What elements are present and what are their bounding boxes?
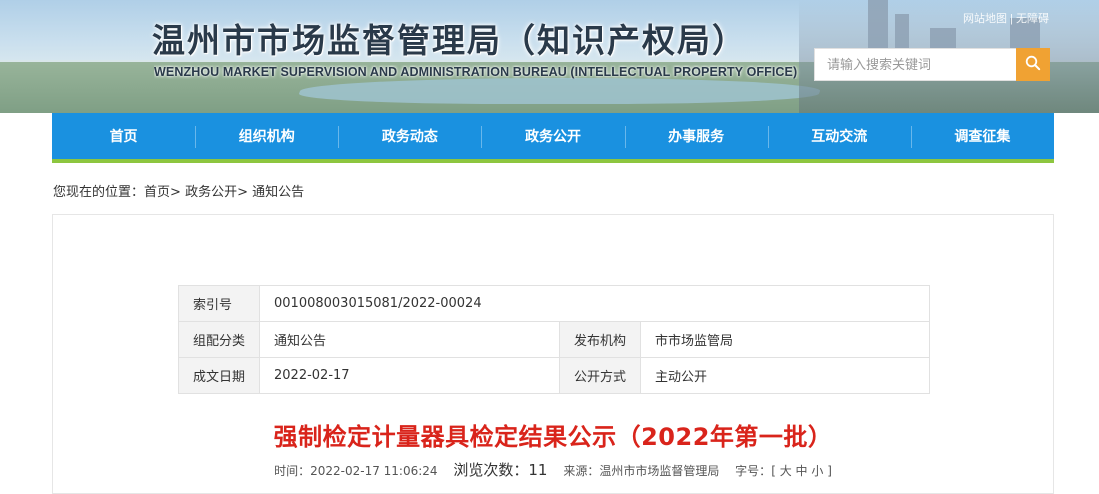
site-title: 温州市市场监督管理局（知识产权局） [152,21,747,60]
disclosure-label: 公开方式 [559,357,642,394]
date-value: 2022-02-17 [259,357,561,394]
breadcrumb: 您现在的位置：首页> 政务公开> 通知公告 [53,181,304,200]
font-size-small-button[interactable]: 小 [811,464,823,478]
search-input[interactable] [814,48,1016,81]
index-number-label: 索引号 [177,285,261,322]
publisher-value: 市市场监管局 [640,321,930,358]
time-value: 2022-02-17 11:06:24 [310,464,438,478]
nav-item-survey[interactable]: 调查征集 [910,113,1054,159]
date-label: 成文日期 [177,357,261,394]
nav-item-interaction[interactable]: 互动交流 [767,113,911,159]
search-icon [1025,55,1041,74]
table-row: 索引号 001008003015081/2022-00024 [177,285,930,322]
category-value: 通知公告 [259,321,561,358]
article-info: 时间：2022-02-17 11:06:24 浏览次数：11 来源：温州市市场监… [53,459,1053,480]
breadcrumb-notices[interactable]: 通知公告 [252,185,304,200]
disclosure-value: 主动公开 [640,357,930,394]
publisher-label: 发布机构 [559,321,642,358]
breadcrumb-separator: > [237,185,248,200]
breadcrumb-home[interactable]: 首页 [144,185,170,200]
index-number-value: 001008003015081/2022-00024 [259,285,930,322]
views-label: 浏览次数： [453,461,529,479]
meta-table: 索引号 001008003015081/2022-00024 组配分类 通知公告… [177,285,930,394]
nav-item-public-affairs[interactable]: 政务公开 [481,113,624,159]
table-row: 组配分类 通知公告 发布机构 市市场监管局 [177,321,930,358]
search-box [814,48,1050,81]
nav-item-services[interactable]: 办事服务 [624,113,768,159]
font-size-large-button[interactable]: 大 [780,464,792,478]
main-nav: 首页 组织机构 政务动态 政务公开 办事服务 互动交流 调查征集 [52,113,1054,163]
breadcrumb-public-affairs[interactable]: 政务公开 [185,185,237,200]
site-subtitle: WENZHOU MARKET SUPERVISION AND ADMINISTR… [154,65,798,79]
source-value: 温州市市场监督管理局 [599,464,720,478]
nav-item-home[interactable]: 首页 [52,113,195,159]
header-banner: 温州市市场监督管理局（知识产权局） WENZHOU MARKET SUPERVI… [0,0,1099,113]
breadcrumb-separator: > [170,185,181,200]
fontsize-bracket-close: ] [827,464,832,478]
views-value: 11 [528,461,548,479]
article-title: 强制检定计量器具检定结果公示（2022年第一批） [273,423,833,451]
top-links[interactable]: 网站地图 | 无障碍 [963,10,1049,26]
nav-item-news[interactable]: 政务动态 [338,113,481,159]
category-label: 组配分类 [177,321,261,358]
font-size-medium-button[interactable]: 中 [796,464,808,478]
search-button[interactable] [1016,48,1050,81]
fontsize-label: 字号： [735,464,772,478]
nav-item-organization[interactable]: 组织机构 [195,113,338,159]
time-label: 时间： [274,464,311,478]
fontsize-bracket-open: [ [771,464,776,478]
source-label: 来源： [563,464,600,478]
content-panel: 索引号 001008003015081/2022-00024 组配分类 通知公告… [52,214,1054,494]
banner-river [295,78,825,104]
table-row: 成文日期 2022-02-17 公开方式 主动公开 [177,357,930,394]
breadcrumb-prefix: 您现在的位置： [53,185,145,200]
